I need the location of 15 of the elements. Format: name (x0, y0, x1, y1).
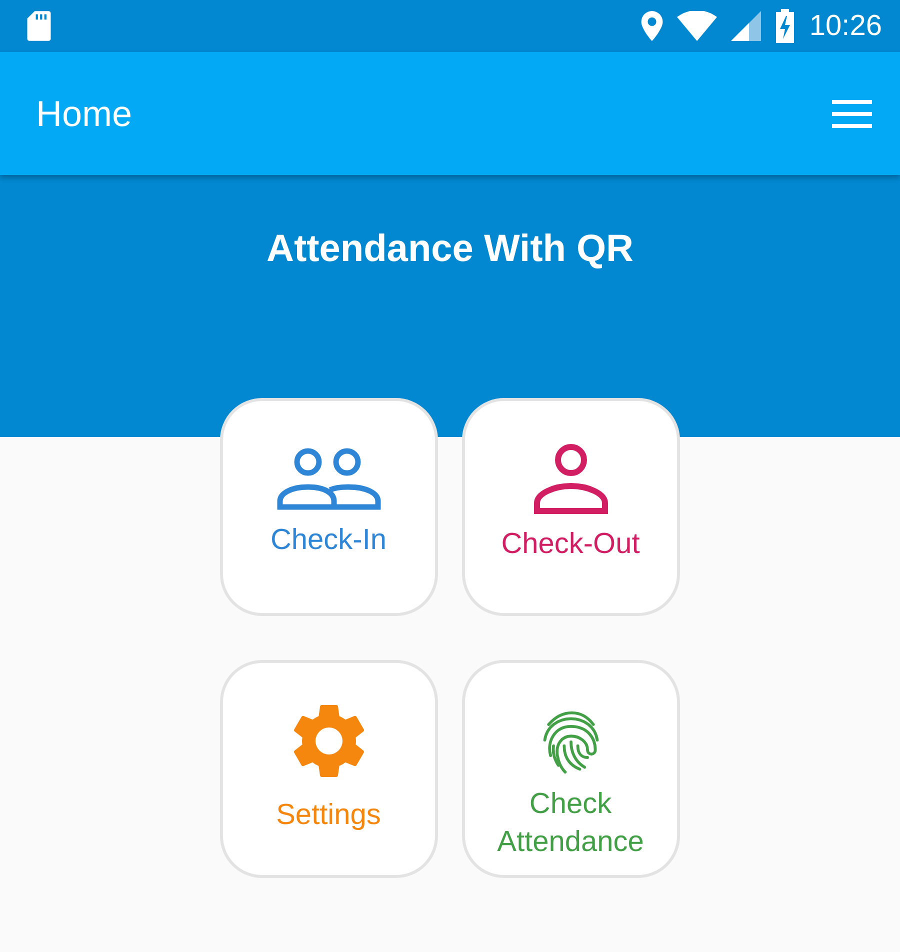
menu-icon[interactable] (832, 100, 872, 128)
person-icon (532, 443, 608, 515)
tile-button[interactable]: Check-Out (462, 398, 680, 616)
tile-button[interactable]: Check-In (220, 398, 438, 616)
tile-button[interactable]: Check Attendance (462, 660, 680, 878)
wifi-icon (677, 11, 718, 41)
app-bar-title: Home (36, 92, 132, 134)
tile-button[interactable]: Settings (220, 660, 438, 878)
signal-icon (731, 11, 762, 41)
location-icon (641, 11, 664, 41)
clock-time: 10:26 (809, 10, 882, 42)
sd-card-icon (26, 10, 52, 42)
header-title: Attendance With QR (266, 228, 634, 271)
battery-charging-icon (775, 9, 796, 43)
people-icon (276, 447, 380, 511)
